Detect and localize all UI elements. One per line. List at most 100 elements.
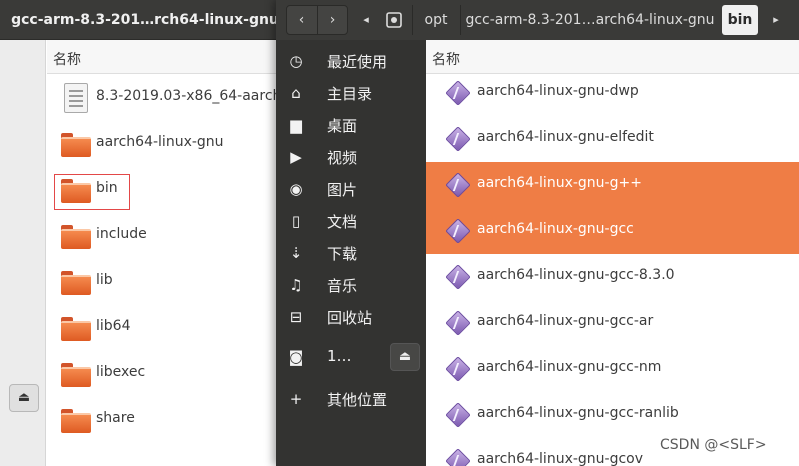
breadcrumb-divider: [412, 5, 413, 35]
file-name: aarch64-linux-gnu-g++: [477, 175, 642, 191]
sidebar-item-label: 回收站: [327, 309, 373, 327]
breadcrumb-bin[interactable]: bin: [722, 5, 758, 35]
list-item[interactable]: libexec: [47, 352, 290, 398]
camera-icon: ◉: [289, 180, 303, 198]
executable-icon: [445, 448, 471, 466]
front-window-toolbar: ‹ › ◂ opt gcc-arm-8.3-201…arch64-linux-g…: [276, 0, 799, 40]
front-file-window: ‹ › ◂ opt gcc-arm-8.3-201…arch64-linux-g…: [276, 0, 799, 466]
item-name: share: [96, 410, 135, 426]
desktop-folder-icon: ▆: [290, 116, 302, 134]
folder-icon: [61, 271, 91, 295]
folder-icon: [61, 317, 91, 341]
executable-icon: [445, 310, 471, 336]
item-name: aarch64-linux-gnu: [96, 134, 224, 150]
watermark: CSDN @<SLF>: [660, 437, 767, 453]
download-icon: ⇣: [289, 244, 303, 262]
column-header-label: 名称: [53, 52, 81, 68]
sidebar-item[interactable]: ◙ 1…: [276, 341, 386, 373]
sidebar-item[interactable]: ▆ 桌面: [276, 109, 426, 141]
file-row[interactable]: aarch64-linux-gnu-dwp: [426, 70, 799, 116]
item-name: include: [96, 226, 147, 242]
sidebar-item-label: 1…: [327, 347, 352, 365]
highlight-box: [54, 174, 130, 210]
list-item[interactable]: 8.3-2019.03-x86_64-aarch6: [47, 76, 290, 122]
file-row[interactable]: aarch64-linux-gnu-gcc-nm: [426, 346, 799, 392]
executable-icon: [445, 402, 471, 428]
folder-icon: [61, 363, 91, 387]
file-name: aarch64-linux-gnu-gcc: [477, 221, 634, 237]
sidebar-item[interactable]: ⊟ 回收站: [276, 301, 426, 333]
sidebar-item[interactable]: ◉ 图片: [276, 173, 426, 205]
sidebar-item[interactable]: ▯ 文档: [276, 205, 426, 237]
file-name: aarch64-linux-gnu-gcov: [477, 451, 644, 466]
home-icon: ⌂: [291, 84, 301, 102]
column-header-label: 名称: [432, 52, 460, 68]
back-column-header-name[interactable]: 名称: [47, 40, 290, 74]
executable-icon: [445, 356, 471, 382]
document-icon: ▯: [291, 212, 301, 230]
executable-icon: [445, 80, 471, 106]
column-header-name[interactable]: 名称: [426, 40, 799, 74]
sidebar-item-label: 桌面: [327, 117, 358, 135]
drive-icon[interactable]: [382, 4, 406, 36]
file-name: aarch64-linux-gnu-elfedit: [477, 129, 654, 145]
file-name: aarch64-linux-gnu-gcc-nm: [477, 359, 662, 375]
drive-icon: ◙: [288, 348, 304, 366]
item-name: libexec: [96, 364, 146, 380]
list-item[interactable]: aarch64-linux-gnu: [47, 122, 290, 168]
text-file-icon: [64, 83, 88, 113]
file-row[interactable]: aarch64-linux-gnu-gcc-ar: [426, 300, 799, 346]
music-icon: ♫: [289, 276, 303, 294]
folder-icon: [61, 133, 91, 157]
forward-button[interactable]: ›: [317, 4, 348, 36]
list-item[interactable]: include: [47, 214, 290, 260]
file-name: aarch64-linux-gnu-gcc-ar: [477, 313, 654, 329]
trash-icon: ⊟: [289, 308, 303, 326]
breadcrumb-scroll-right-button[interactable]: ▸: [766, 4, 786, 36]
executable-icon: [445, 264, 471, 290]
sidebar-item-label: 其他位置: [327, 391, 388, 409]
breadcrumb-gcc-folder[interactable]: gcc-arm-8.3-201…arch64-linux-gnu: [464, 5, 716, 35]
sidebar-item[interactable]: ♫ 音乐: [276, 269, 426, 301]
folder-icon: [61, 225, 91, 249]
list-item[interactable]: share: [47, 398, 290, 444]
breadcrumb-scroll-left-button[interactable]: ◂: [356, 4, 376, 36]
file-row[interactable]: aarch64-linux-gnu-gcc: [426, 208, 799, 254]
sidebar-item-label: 图片: [327, 181, 358, 199]
sidebar-item[interactable]: ▶ 视频: [276, 141, 426, 173]
sidebar-item[interactable]: ⌂ 主目录: [276, 77, 426, 109]
back-file-window: gcc-arm-8.3-201…rch64-linux-gnu ⏏ 名称 8.3…: [0, 0, 290, 466]
breadcrumb-divider: [460, 5, 461, 35]
places-sidebar: ◷ 最近使用 ⌂ 主目录 ▆ 桌面 ▶ 视频 ◉ 图片 ▯ 文档 ⇣ 下载 ♫ 音乐 ⊟ 回收站 ◙ 1… + 其他位置 …: [276, 40, 426, 466]
back-window-sidebar: ⏏: [0, 40, 46, 466]
file-name: aarch64-linux-gnu-dwp: [477, 83, 639, 99]
file-row[interactable]: aarch64-linux-gnu-gcc-ranlib: [426, 392, 799, 438]
file-name: aarch64-linux-gnu-gcc-8.3.0: [477, 267, 675, 283]
eject-icon[interactable]: ⏏: [9, 384, 39, 412]
back-window-title: gcc-arm-8.3-201…rch64-linux-gnu: [11, 12, 279, 28]
item-name: lib64: [96, 318, 131, 334]
list-item[interactable]: lib: [47, 260, 290, 306]
sidebar-item[interactable]: ⇣ 下载: [276, 237, 426, 269]
sidebar-item[interactable]: + 其他位置: [276, 383, 426, 415]
back-window-titlebar[interactable]: gcc-arm-8.3-201…rch64-linux-gnu: [0, 0, 290, 40]
sidebar-item-label: 视频: [327, 149, 358, 167]
file-row[interactable]: aarch64-linux-gnu-elfedit: [426, 116, 799, 162]
list-item[interactable]: lib64: [47, 306, 290, 352]
file-row[interactable]: aarch64-linux-gnu-g++: [426, 162, 799, 208]
sidebar-item-label: 下载: [327, 245, 358, 263]
sidebar-item[interactable]: ◷ 最近使用: [276, 45, 426, 77]
plus-icon: +: [289, 390, 303, 408]
back-button[interactable]: ‹: [286, 4, 317, 36]
folder-icon: [61, 409, 91, 433]
item-name: lib: [96, 272, 113, 288]
executable-icon: [445, 126, 471, 152]
eject-icon[interactable]: ⏏: [390, 343, 420, 371]
sidebar-item-label: 文档: [327, 213, 358, 231]
video-icon: ▶: [290, 148, 302, 166]
breadcrumb-opt[interactable]: opt: [416, 5, 456, 35]
executable-icon: [445, 218, 471, 244]
clock-icon: ◷: [289, 52, 303, 70]
executable-icon: [445, 172, 471, 198]
file-row[interactable]: aarch64-linux-gnu-gcc-8.3.0: [426, 254, 799, 300]
